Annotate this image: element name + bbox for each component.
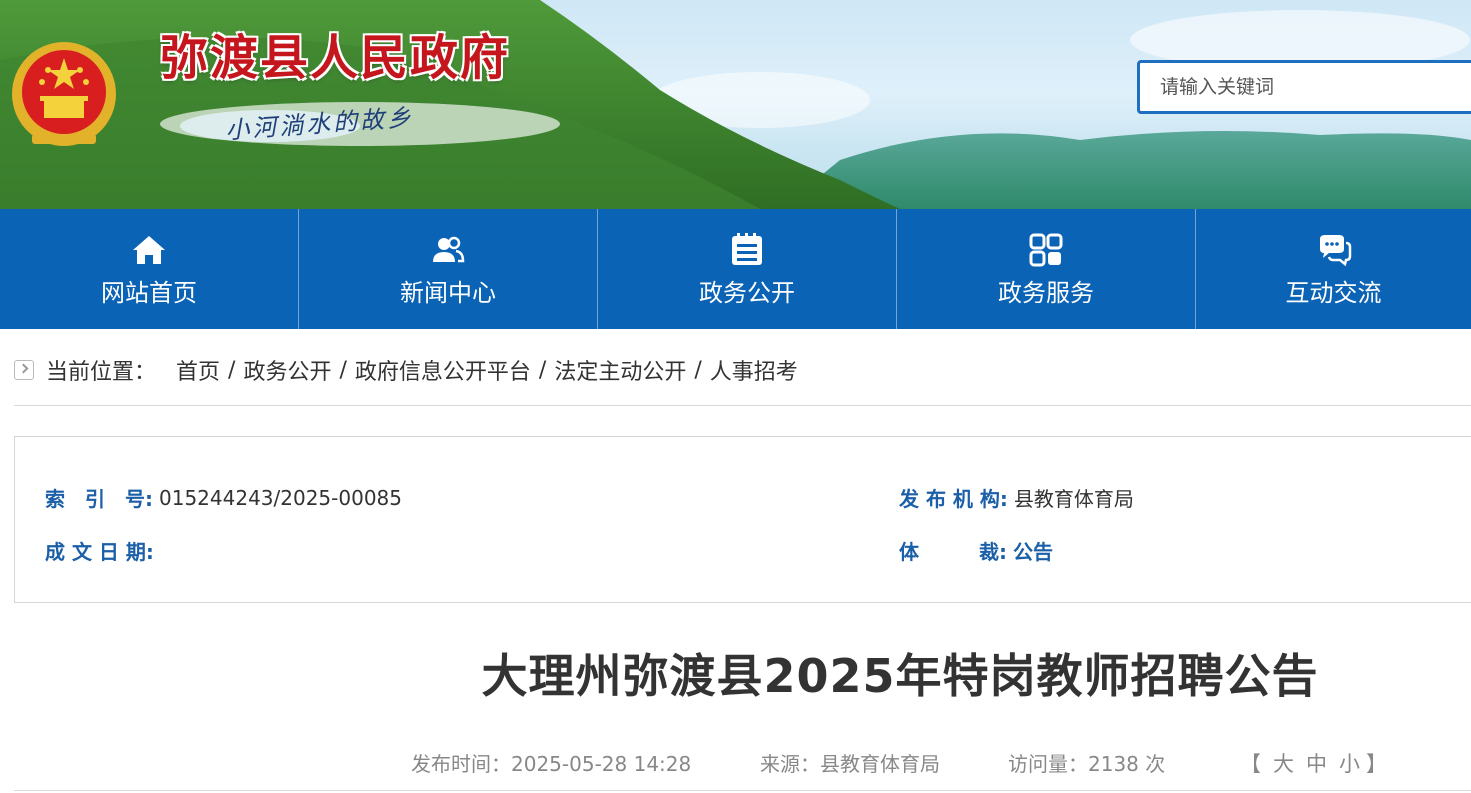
nav-item-interaction[interactable]: 互动交流	[1196, 209, 1471, 329]
index-number-row: 索 引 号: 015244243/2025-00085	[45, 483, 402, 512]
view-count-value: 2138 次	[1088, 752, 1166, 776]
document-list-icon	[732, 232, 762, 265]
chevron-right-icon	[14, 360, 34, 380]
nav-item-label: 网站首页	[101, 278, 197, 307]
index-number-label: 索 引 号:	[45, 487, 153, 511]
breadcrumb-prefix: 当前位置：	[46, 360, 157, 385]
source-value: 县教育体育局	[820, 752, 940, 776]
nav-item-gov-disclosure[interactable]: 政务公开	[598, 209, 897, 329]
nav-item-label: 政务服务	[998, 278, 1094, 307]
nav-item-news[interactable]: 新闻中心	[299, 209, 598, 329]
publisher-row: 发 布 机 构: 县教育体育局	[899, 483, 1134, 512]
grid-icon	[1029, 233, 1063, 266]
view-count: 访问量：2138 次	[1008, 748, 1165, 777]
publish-time-value: 2025-05-28 14:28	[511, 752, 692, 776]
divider	[14, 790, 1471, 791]
publisher-value: 县教育体育局	[1013, 487, 1134, 511]
breadcrumb-personnel-exams[interactable]: 人事招考	[710, 354, 798, 386]
nav-item-label: 互动交流	[1285, 278, 1382, 307]
search-input[interactable]	[1158, 63, 1462, 111]
bracket-close: 】	[1366, 752, 1393, 776]
publish-time: 发布时间：2025-05-28 14:28	[411, 748, 691, 777]
publisher-label: 发 布 机 构:	[899, 487, 1008, 511]
source: 来源：县教育体育局	[760, 748, 940, 777]
nav-item-label: 新闻中心	[400, 278, 496, 307]
breadcrumb-info-platform[interactable]: 政府信息公开平台	[355, 354, 531, 386]
users-icon	[433, 236, 465, 262]
view-count-label: 访问量：	[1008, 752, 1088, 776]
font-size-large-button[interactable]: 大	[1273, 752, 1294, 776]
home-icon	[133, 235, 165, 264]
publish-time-label: 发布时间：	[411, 752, 511, 776]
breadcrumb: 当前位置： 首页 / 政务公开 / 政府信息公开平台 / 法定主动公开 / 人事…	[14, 350, 798, 390]
divider	[14, 405, 1471, 406]
font-size-medium-button[interactable]: 中	[1306, 752, 1327, 776]
article-title: 大理州弥渡县2025年特岗教师招聘公告	[481, 649, 1319, 703]
document-info-box: 索 引 号: 015244243/2025-00085 发 布 机 构: 县教育…	[14, 436, 1471, 603]
date-row: 成 文 日 期:	[45, 536, 160, 565]
breadcrumb-home[interactable]: 首页	[176, 354, 220, 386]
main-nav: 网站首页 新闻中心 政务公开 政务服务 互动交流	[0, 209, 1471, 329]
bracket-open: 【	[1240, 752, 1267, 776]
font-size-control: 【大中小】	[1240, 748, 1393, 778]
site-title: 弥渡县人民政府	[160, 30, 511, 86]
chat-icon	[1319, 234, 1351, 266]
header-banner: 弥渡县人民政府 小河淌水的故乡	[0, 0, 1471, 209]
font-size-small-button[interactable]: 小	[1339, 752, 1360, 776]
breadcrumb-separator: /	[228, 357, 236, 383]
genre-value: 公告	[1013, 540, 1053, 564]
genre-row: 体 裁: 公告	[899, 536, 1053, 565]
breadcrumb-separator: /	[339, 357, 347, 383]
breadcrumb-separator: /	[694, 357, 702, 383]
search-box	[1137, 60, 1471, 114]
breadcrumb-separator: /	[538, 357, 547, 383]
nav-item-home[interactable]: 网站首页	[0, 209, 299, 329]
national-emblem-icon	[12, 42, 116, 146]
date-label: 成 文 日 期:	[45, 540, 154, 564]
nav-item-label: 政务公开	[699, 278, 795, 307]
nav-item-gov-services[interactable]: 政务服务	[897, 209, 1196, 329]
index-number-value: 015244243/2025-00085	[159, 485, 402, 510]
genre-label: 体 裁:	[899, 540, 1007, 564]
breadcrumb-statutory-disclosure[interactable]: 法定主动公开	[554, 354, 686, 386]
source-label: 来源：	[760, 752, 820, 776]
breadcrumb-gov-disclosure[interactable]: 政务公开	[243, 354, 331, 386]
